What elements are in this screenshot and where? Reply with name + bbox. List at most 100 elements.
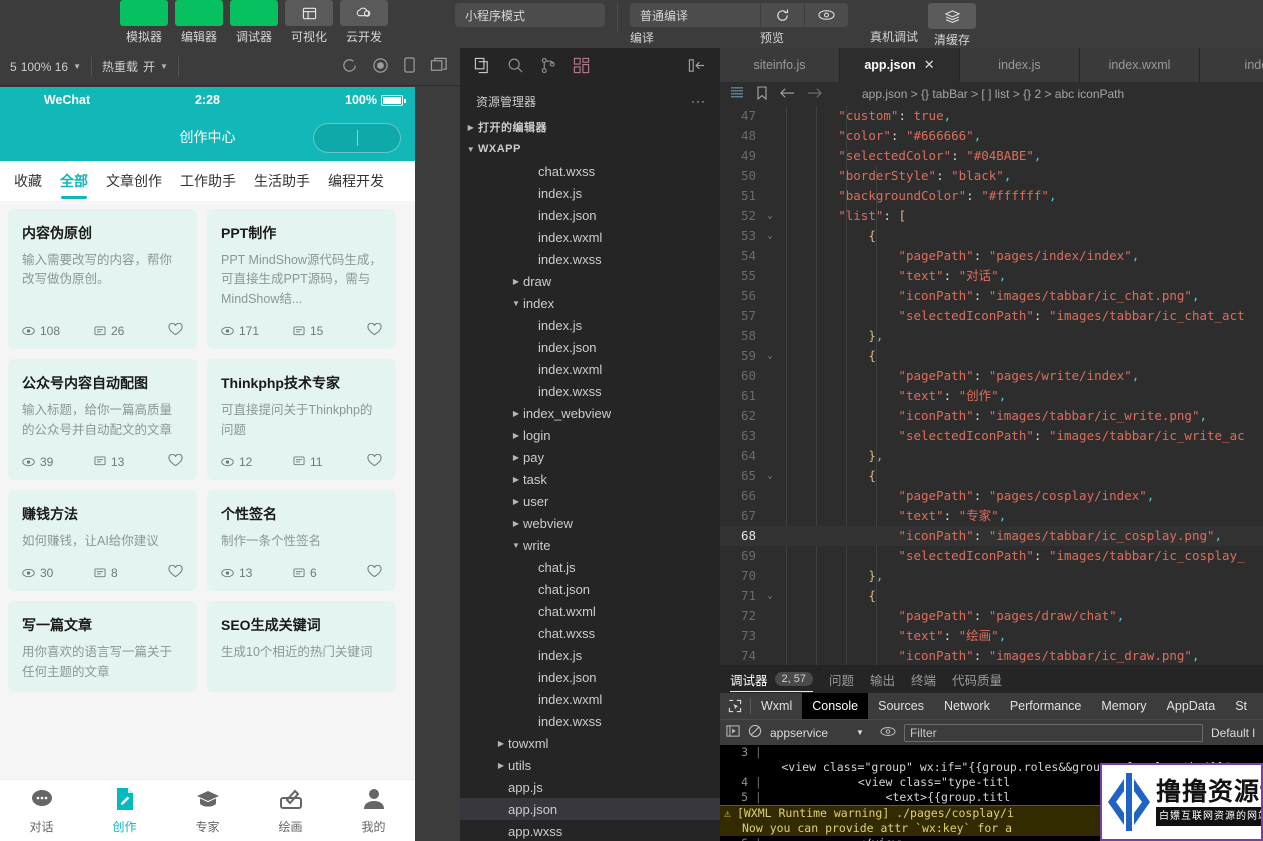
devtools-tab-Sources[interactable]: Sources — [868, 693, 934, 719]
devtools-tab-Memory[interactable]: Memory — [1091, 693, 1156, 719]
file-tree-item[interactable]: index.js — [460, 182, 720, 204]
code-line[interactable]: 50 "borderStyle": "black", — [720, 166, 1263, 186]
forward-arrow-icon[interactable] — [807, 87, 822, 102]
sim-tab-2[interactable]: 文章创作 — [100, 161, 168, 201]
prompt-card[interactable]: 内容伪原创 输入需要改写的内容，帮你改写做伪原创。 108 26 — [8, 209, 197, 350]
toolbar-button-simulator[interactable]: 模拟器 — [120, 0, 168, 45]
code-line[interactable]: 65 ⌄ { — [720, 466, 1263, 486]
code-line[interactable]: 57 "selectedIconPath": "images/tabbar/ic… — [720, 306, 1263, 326]
card-like-button[interactable] — [168, 564, 183, 581]
file-tree-item[interactable]: app.json — [460, 798, 720, 820]
chevron-right-icon[interactable]: ▶ — [509, 409, 523, 418]
more-actions-icon[interactable]: ··· — [691, 94, 706, 108]
code-line[interactable]: 56 "iconPath": "images/tabbar/ic_chat.pn… — [720, 286, 1263, 306]
console-level-select[interactable]: Default l — [1211, 726, 1257, 740]
tabbar-item-创作[interactable]: 创作 — [83, 786, 166, 835]
explorer-section-0[interactable]: ▶ 打开的编辑器 — [460, 116, 720, 138]
toolbar-button-cloud[interactable]: 云开发 — [340, 0, 388, 45]
outline-icon[interactable] — [730, 86, 744, 102]
code-line[interactable]: 47 "custom": true, — [720, 106, 1263, 126]
editor-tab-siteinfo.js[interactable]: siteinfo.js — [720, 48, 840, 82]
file-tree-item[interactable]: ▼ index — [460, 292, 720, 314]
tabbar-item-我的[interactable]: 我的 — [332, 786, 415, 835]
file-tree-item[interactable]: ▶ user — [460, 490, 720, 512]
mode-select[interactable]: 小程序模式 — [455, 3, 605, 27]
panel-tab-终端[interactable]: 终端 — [911, 665, 936, 693]
file-tree-item[interactable]: index.wxml — [460, 226, 720, 248]
code-line[interactable]: 67 "text": "专家", — [720, 506, 1263, 526]
execute-icon[interactable] — [726, 724, 740, 741]
file-tree-item[interactable]: index.json — [460, 336, 720, 358]
card-like-button[interactable] — [367, 564, 382, 581]
code-line[interactable]: 60 "pagePath": "pages/write/index", — [720, 366, 1263, 386]
code-line[interactable]: 52 ⌄ "list": [ — [720, 206, 1263, 226]
file-tree-item[interactable]: chat.json — [460, 578, 720, 600]
file-tree-item[interactable]: chat.wxml — [460, 600, 720, 622]
code-line[interactable]: 58 }, — [720, 326, 1263, 346]
toolbar-button-debugger[interactable]: 调试器 — [230, 0, 278, 45]
file-tree-item[interactable]: index.wxml — [460, 688, 720, 710]
code-line[interactable]: 54 "pagePath": "pages/index/index", — [720, 246, 1263, 266]
wechat-capsule-button[interactable] — [313, 123, 401, 153]
phone-icon[interactable] — [403, 56, 416, 77]
search-icon[interactable] — [507, 57, 524, 77]
editor-tab-app.json[interactable]: app.json ✕ — [840, 48, 960, 82]
preview-eye-icon[interactable] — [804, 3, 848, 27]
code-line[interactable]: 55 "text": "对话", — [720, 266, 1263, 286]
file-tree-item[interactable]: index.wxss — [460, 710, 720, 732]
editor-tab-index.wxml[interactable]: index.wxml — [1080, 48, 1200, 82]
panel-tab-代码质量[interactable]: 代码质量 — [952, 665, 1002, 693]
file-tree-item[interactable]: index.js — [460, 314, 720, 336]
collapse-sidebar-icon[interactable] — [688, 58, 706, 76]
code-line[interactable]: 48 "color": "#666666", — [720, 126, 1263, 146]
prompt-card[interactable]: 公众号内容自动配图 输入标题，给你一篇高质量的公众号并自动配文的文章 39 13 — [8, 359, 197, 480]
prompt-card[interactable]: Thinkphp技术专家 可直接提问关于Thinkphp的问题 12 11 — [207, 359, 396, 480]
fold-chevron-icon[interactable]: ⌄ — [762, 226, 778, 246]
chevron-right-icon[interactable]: ▶ — [509, 277, 523, 286]
code-line[interactable]: 72 "pagePath": "pages/draw/chat", — [720, 606, 1263, 626]
toolbar-button-visualization[interactable]: 可视化 — [285, 0, 333, 45]
devtools-tab-Performance[interactable]: Performance — [1000, 693, 1092, 719]
layers-icon[interactable] — [928, 3, 977, 29]
chevron-right-icon[interactable]: ▶ — [494, 739, 508, 748]
source-control-icon[interactable] — [540, 57, 557, 77]
tabbar-item-对话[interactable]: 对话 — [0, 786, 83, 835]
panel-tab-输出[interactable]: 输出 — [870, 665, 895, 693]
file-tree-item[interactable]: chat.wxss — [460, 160, 720, 182]
devtools-tab-Network[interactable]: Network — [934, 693, 1000, 719]
bookmark-icon[interactable] — [756, 85, 768, 103]
card-like-button[interactable] — [367, 453, 382, 470]
code-line[interactable]: 66 "pagePath": "pages/cosplay/index", — [720, 486, 1263, 506]
chevron-right-icon[interactable]: ▶ — [494, 761, 508, 770]
fold-chevron-icon[interactable]: ⌄ — [762, 466, 778, 486]
card-like-button[interactable] — [367, 322, 382, 339]
chevron-right-icon[interactable]: ▶ — [509, 475, 523, 484]
panel-tab-调试器[interactable]: 调试器 2, 57 — [730, 665, 813, 693]
fold-chevron-icon[interactable]: ⌄ — [762, 586, 778, 606]
file-tree-item[interactable]: ▶ webview — [460, 512, 720, 534]
code-line[interactable]: 62 "iconPath": "images/tabbar/ic_write.p… — [720, 406, 1263, 426]
file-tree-item[interactable]: index.json — [460, 666, 720, 688]
code-line[interactable]: 73 "text": "绘画", — [720, 626, 1263, 646]
file-tree-item[interactable]: chat.wxss — [460, 622, 720, 644]
code-line[interactable]: 71 ⌄ { — [720, 586, 1263, 606]
file-tree-item[interactable]: ▶ pay — [460, 446, 720, 468]
devtools-tab-AppData[interactable]: AppData — [1157, 693, 1226, 719]
code-line[interactable]: 74 "iconPath": "images/tabbar/ic_draw.pn… — [720, 646, 1263, 665]
fold-chevron-icon[interactable]: ⌄ — [762, 346, 778, 366]
file-tree-item[interactable]: ▶ index_webview — [460, 402, 720, 424]
sim-tab-1[interactable]: 全部 — [54, 161, 94, 201]
console-filter-input[interactable]: Filter — [903, 723, 1203, 742]
sim-tab-3[interactable]: 工作助手 — [174, 161, 242, 201]
sim-tab-4[interactable]: 生活助手 — [248, 161, 316, 201]
prompt-card[interactable]: PPT制作 PPT MindShow源代码生成，可直接生成PPT源码，需与Min… — [207, 209, 396, 350]
sim-tab-5[interactable]: 编程开发 — [322, 161, 390, 201]
code-line[interactable]: 68 "iconPath": "images/tabbar/ic_cosplay… — [720, 526, 1263, 546]
file-tree-item[interactable]: index.wxml — [460, 358, 720, 380]
window-icon[interactable] — [430, 57, 448, 77]
prompt-card[interactable]: 个性签名 制作一条个性签名 13 6 — [207, 489, 396, 592]
close-icon[interactable]: ✕ — [924, 57, 935, 73]
chevron-down-icon[interactable]: ▼ — [509, 299, 523, 308]
inspect-element-icon[interactable] — [720, 699, 750, 713]
chevron-right-icon[interactable]: ▶ — [509, 519, 523, 528]
